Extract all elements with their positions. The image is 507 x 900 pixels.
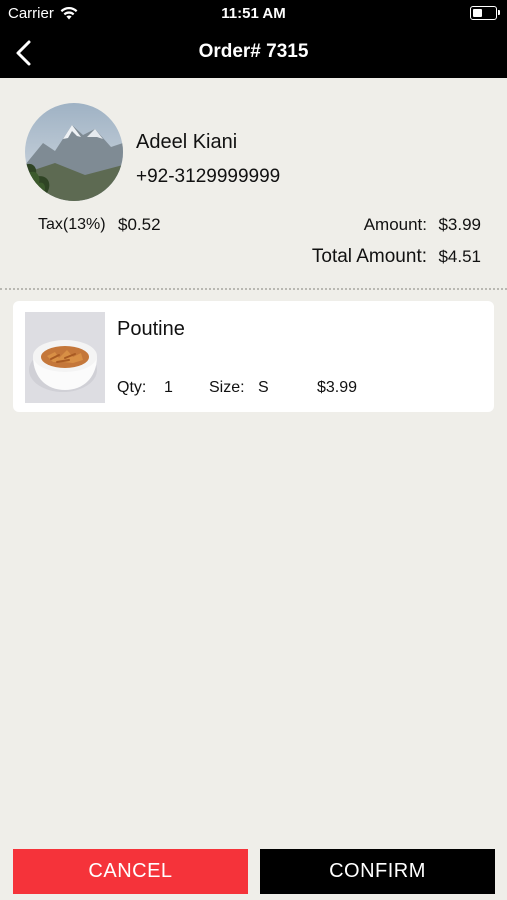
tax-label: Tax(13%)	[38, 216, 106, 233]
battery-icon	[470, 6, 500, 20]
mountain-photo	[25, 103, 123, 201]
order-item-card: Poutine Qty: 1 Size: S $3.99	[13, 301, 494, 412]
customer-phone[interactable]: +92-3129999999	[136, 166, 280, 188]
nav-bar: Order# 7315	[0, 28, 507, 78]
amount-value: $3.99	[438, 215, 481, 234]
status-time: 11:51 AM	[221, 5, 286, 22]
status-bar: Carrier 11:51 AM	[0, 0, 507, 28]
item-price: $3.99	[317, 379, 358, 396]
battery-level	[473, 9, 482, 17]
cancel-button[interactable]: CANCEL	[13, 849, 248, 894]
size-value: S	[258, 379, 269, 396]
amount-label: Amount:	[363, 215, 427, 234]
tax-value: $0.52	[118, 215, 161, 234]
dotted-divider	[0, 288, 507, 290]
item-image	[25, 312, 105, 403]
size-label: Size:	[209, 379, 245, 396]
total-amount-value: $4.51	[438, 247, 481, 266]
customer-name: Adeel Kiani	[136, 131, 238, 153]
confirm-button[interactable]: CONFIRM	[260, 849, 495, 894]
qty-value: 1	[164, 379, 173, 396]
total-amount-label: Total Amount:	[311, 246, 427, 267]
item-name: Poutine	[117, 318, 185, 340]
qty-label: Qty:	[117, 379, 147, 396]
customer-avatar	[25, 103, 123, 201]
poutine-bowl-photo	[25, 312, 105, 403]
page-title: Order# 7315	[198, 41, 309, 62]
